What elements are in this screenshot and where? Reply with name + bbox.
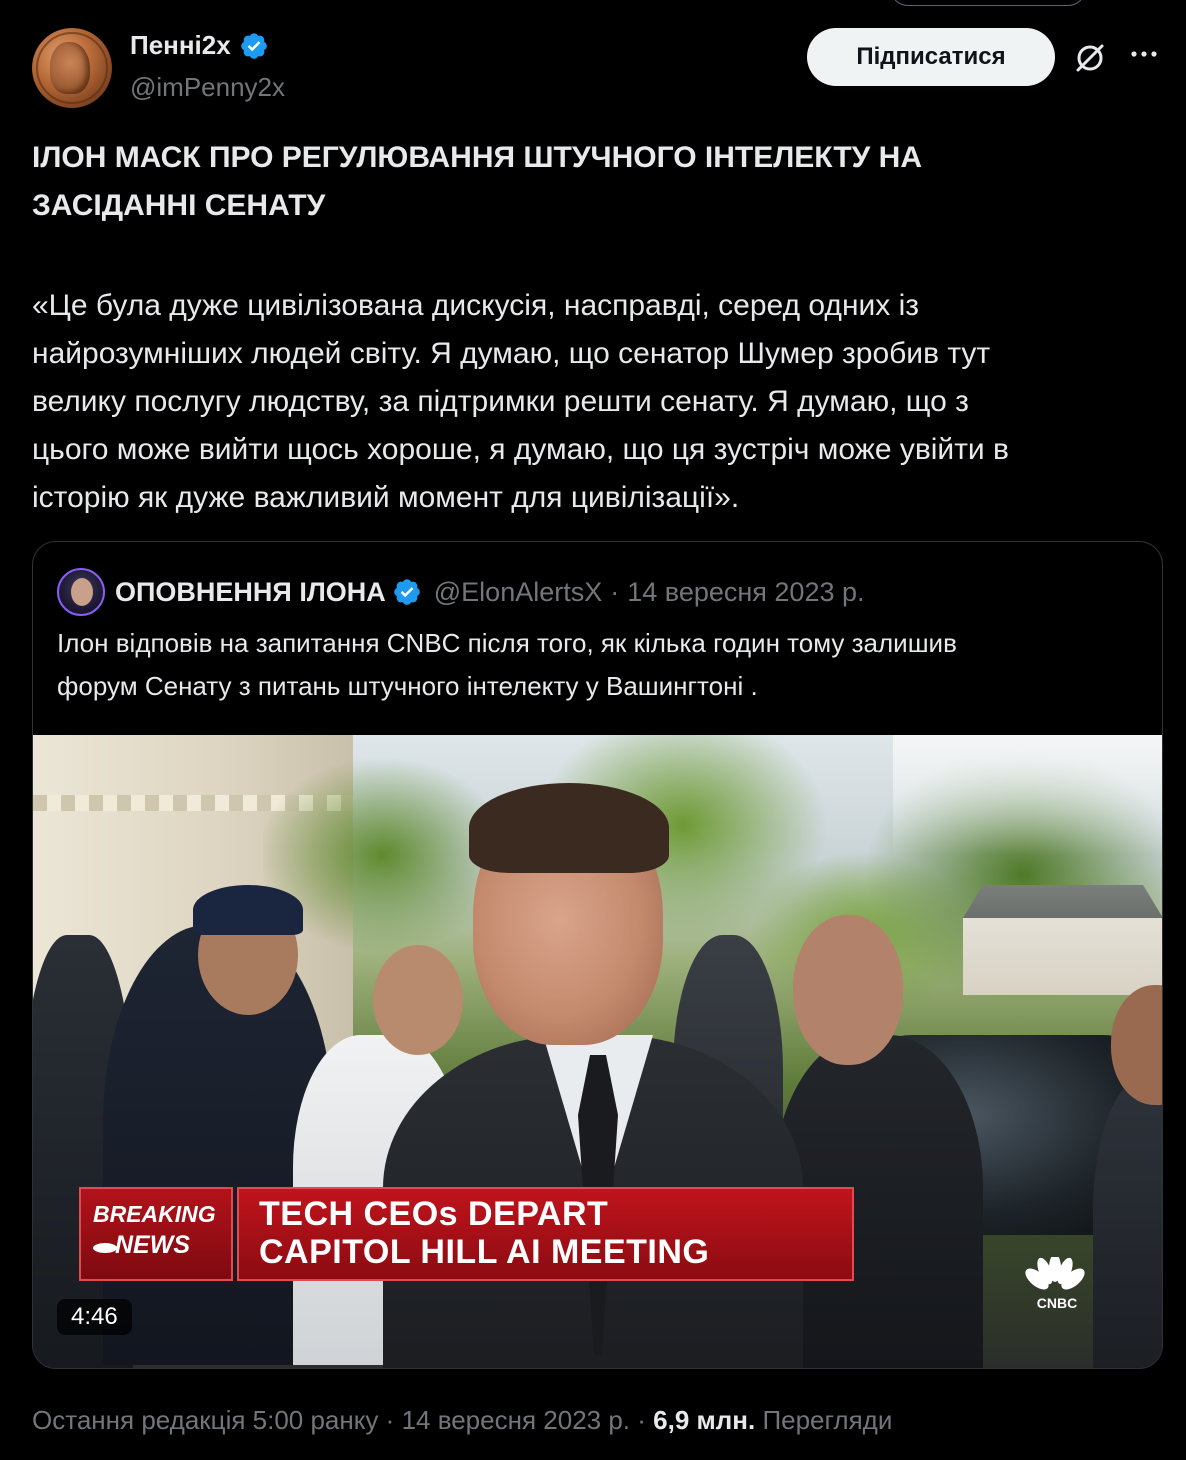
- tweet-quote-line-5: історію як дуже важливий момент для циві…: [32, 481, 740, 514]
- video-duration-badge: 4:46: [57, 1299, 132, 1335]
- views-count: 6,9 млн.: [653, 1405, 756, 1435]
- video-sky: [893, 735, 1162, 855]
- tweet-text: ІЛОН МАСК ПРО РЕГУЛЮВАННЯ ШТУЧНОГО ІНТЕЛ…: [32, 134, 1162, 522]
- video-speaker-hair: [469, 783, 669, 873]
- tweet-quote-line-3: велику послугу людству, за підтримки реш…: [32, 385, 969, 418]
- more-icon[interactable]: [1126, 36, 1162, 72]
- breaking-label: BREAKING: [93, 1201, 216, 1227]
- video-white-shirt-head: [373, 945, 463, 1055]
- news-headline-line-1: TECH CEOs DEPART: [259, 1195, 609, 1233]
- grok-icon[interactable]: [1072, 40, 1108, 76]
- verified-badge-icon: [240, 32, 267, 59]
- cnbc-wordmark: CNBC: [1036, 1295, 1078, 1311]
- meta-separator-2: ·: [637, 1405, 646, 1435]
- author-handle[interactable]: @imPenny2x: [130, 72, 285, 103]
- top-pill-outline: [890, 0, 1086, 6]
- tweet-headline-line-1: ІЛОН МАСК ПРО РЕГУЛЮВАННЯ ШТУЧНОГО ІНТЕЛ…: [32, 141, 922, 174]
- author-name-row: Пенні2x: [130, 30, 269, 61]
- video-officer-cap: [193, 885, 303, 935]
- meta-separator-1: ·: [385, 1405, 395, 1435]
- author-avatar[interactable]: [32, 28, 112, 108]
- quoted-author-handle[interactable]: @ElonAlertsX: [434, 577, 602, 608]
- news-headline-line-2: CAPITOL HILL AI MEETING: [259, 1233, 710, 1271]
- tweet-quote-line-2: найрозумніших людей світу. Я думаю, що с…: [32, 337, 991, 370]
- news-headline-banner: TECH CEOs DEPART CAPITOL HILL AI MEETING: [237, 1187, 854, 1281]
- quoted-text-line-2: форум Сенату з питань штучного інтелекту…: [57, 671, 758, 701]
- quoted-tweet-card[interactable]: ОПОВНЕННЯ ІЛОНА @ElonAlertsX · 14 вересн…: [32, 541, 1163, 1369]
- quoted-verified-badge-icon: [393, 579, 420, 605]
- quoted-text-line-1: Ілон відповів на запитання CNBC після то…: [57, 628, 957, 658]
- tweet-quote-line-4: цього може вийти щось хороше, я думаю, щ…: [32, 433, 1009, 466]
- quoted-date[interactable]: 14 вересня 2023 р.: [627, 577, 864, 608]
- coin-profile: [50, 42, 90, 94]
- tweet-meta: Остання редакція 5:00 ранку · 14 вересня…: [32, 1405, 1162, 1436]
- tweet-quote-line-1: «Це була дуже цивілізована дискусія, нас…: [32, 289, 920, 322]
- edited-timestamp[interactable]: Остання редакція 5:00 ранку: [32, 1405, 378, 1435]
- tweet-header: Пенні2x @imPenny2x Підписатися: [32, 28, 1162, 108]
- follow-button[interactable]: Підписатися: [807, 28, 1055, 86]
- swoosh-icon: [93, 1243, 117, 1253]
- breaking-news-badge: BREAKING NEWS: [79, 1187, 233, 1281]
- video-right-head: [793, 915, 903, 1065]
- quoted-separator: ·: [610, 576, 620, 607]
- quoted-author-avatar[interactable]: [57, 568, 105, 616]
- tweet-date[interactable]: 14 вересня 2023 р.: [402, 1405, 630, 1435]
- quoted-tweet-header: ОПОВНЕННЯ ІЛОНА @ElonAlertsX · 14 вересн…: [57, 568, 865, 616]
- quoted-avatar-face: [71, 578, 93, 606]
- author-display-name[interactable]: Пенні2x: [130, 30, 231, 61]
- news-label: NEWS: [115, 1231, 190, 1259]
- quoted-author-name[interactable]: ОПОВНЕННЯ ІЛОНА: [115, 577, 386, 608]
- tweet-headline-line-2: ЗАСІДАННІ СЕНАТУ: [32, 189, 326, 222]
- video-pavilion: [963, 885, 1162, 995]
- video-player[interactable]: BREAKING NEWS TECH CEOs DEPART CAPITOL H…: [33, 735, 1162, 1368]
- quoted-tweet-text: Ілон відповів на запитання CNBC після то…: [57, 622, 1137, 708]
- views-label: Перегляди: [762, 1405, 893, 1435]
